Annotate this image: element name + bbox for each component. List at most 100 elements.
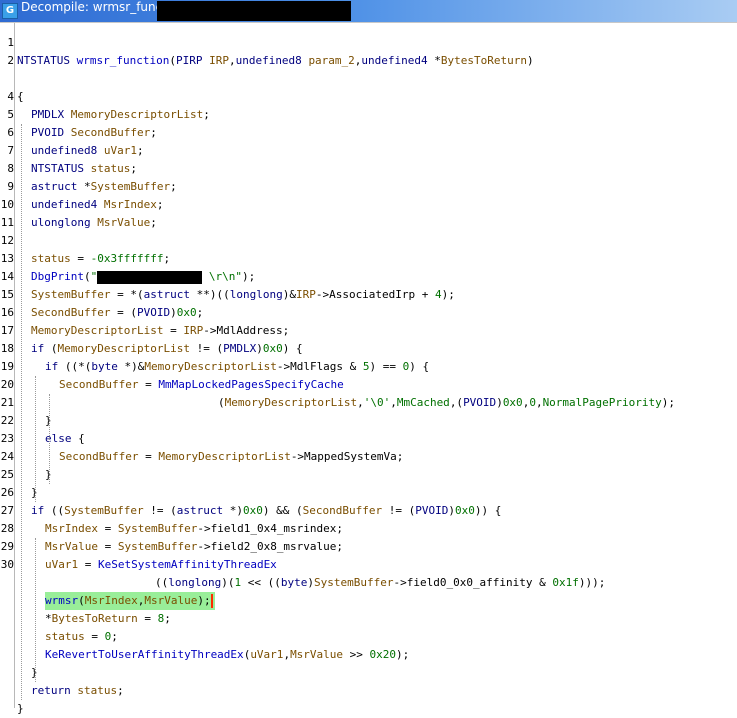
code-token[interactable]: NTSTATUS (31, 162, 84, 175)
code-line[interactable]: 10 undefined4 MsrIndex; (0, 196, 737, 214)
code-line[interactable]: 22} (0, 412, 737, 430)
code-line[interactable]: 25} (0, 466, 737, 484)
code-line[interactable]: 16 SecondBuffer = (PVOID)0x0; (0, 304, 737, 322)
code-line[interactable]: 9 astruct *SystemBuffer; (0, 178, 737, 196)
code-token[interactable]: BytesToReturn (441, 54, 527, 67)
code-token[interactable]: PVOID (415, 504, 448, 517)
code-line[interactable]: 1 (0, 34, 737, 52)
decompiler-code-view[interactable]: 1 2 NTSTATUS wrmsr_function(PIRP IRP,undef… (0, 22, 737, 715)
code-line[interactable]: 27 if ((SystemBuffer != (astruct *)0x0) &… (0, 502, 737, 520)
code-token[interactable]: MsrIndex (104, 198, 157, 211)
code-token[interactable]: SystemBuffer (64, 504, 143, 517)
code-line[interactable]: 18 if (MemoryDescriptorList != (PMDLX)0x0… (0, 340, 737, 358)
code-token[interactable]: param_2 (308, 54, 354, 67)
code-token[interactable]: MemoryDescriptorList (144, 360, 276, 373)
code-token[interactable]: PVOID (137, 306, 170, 319)
code-line[interactable]: 20 SecondBuffer = MmMapLockedPagesSpecify… (0, 376, 737, 394)
code-token[interactable]: SystemBuffer (118, 540, 197, 553)
code-token[interactable]: IRP (183, 324, 203, 337)
code-token[interactable]: longlong (230, 288, 283, 301)
code-token[interactable]: uVar1 (45, 558, 78, 571)
code-token[interactable]: wrmsr_function (77, 54, 170, 67)
code-line[interactable]: 4{ (0, 88, 737, 106)
code-token[interactable]: KeSetSystemAffinityThreadEx (98, 558, 277, 571)
code-token[interactable]: DbgPrint (31, 270, 84, 283)
code-token[interactable]: BytesToReturn (52, 612, 138, 625)
code-token[interactable]: SecondBuffer (303, 504, 382, 517)
code-line[interactable]: 24 SecondBuffer = MemoryDescriptorList->M… (0, 448, 737, 466)
code-token[interactable]: MemoryDescriptorList (58, 342, 190, 355)
code-line[interactable]: 2 NTSTATUS wrmsr_function(PIRP IRP,undefi… (0, 52, 737, 70)
code-token[interactable]: IRP (296, 288, 316, 301)
code-token[interactable]: MsrValue (290, 648, 343, 661)
code-line[interactable]: } (0, 700, 737, 718)
code-token[interactable]: SystemBuffer (31, 288, 110, 301)
code-line[interactable]: ((longlong)(1 << ((byte)SystemBuffer->fi… (0, 574, 737, 592)
code-token[interactable]: MsrValue (45, 540, 98, 553)
code-token[interactable]: byte (281, 576, 308, 589)
code-line[interactable]: 8 NTSTATUS status; (0, 160, 737, 178)
code-token[interactable]: PVOID (463, 396, 496, 409)
code-token[interactable]: MemoryDescriptorList (71, 108, 203, 121)
code-line[interactable] (0, 70, 737, 88)
code-line[interactable]: *BytesToReturn = 8; (0, 610, 737, 628)
code-token[interactable]: PVOID (31, 126, 64, 139)
code-token[interactable]: PIRP (176, 54, 203, 67)
code-token[interactable]: MmMapLockedPagesSpecifyCache (158, 378, 343, 391)
code-token[interactable]: MsrIndex (45, 522, 98, 535)
code-token[interactable]: MemoryDescriptorList (158, 450, 290, 463)
code-line[interactable]: KeRevertToUserAffinityThreadEx(uVar1,Msr… (0, 646, 737, 664)
code-line[interactable]: 30 uVar1 = KeSetSystemAffinityThreadEx (0, 556, 737, 574)
code-token[interactable]: SecondBuffer (59, 450, 138, 463)
code-token[interactable]: status (77, 684, 117, 697)
code-token[interactable]: SystemBuffer (118, 522, 197, 535)
code-line[interactable]: 15 SystemBuffer = *(astruct **)((longlong… (0, 286, 737, 304)
code-token[interactable]: status (91, 162, 131, 175)
code-token[interactable]: astruct (31, 180, 77, 193)
code-line-highlighted[interactable]: wrmsr(MsrIndex,MsrValue); (0, 592, 737, 610)
code-token[interactable]: longlong (168, 576, 221, 589)
code-token[interactable]: astruct (144, 288, 190, 301)
code-token[interactable]: undefined4 (361, 54, 427, 67)
code-token[interactable]: undefined8 (236, 54, 302, 67)
window-titlebar[interactable]: G Decompile: wrmsr_function - (0, 0, 737, 22)
code-token[interactable]: SystemBuffer (314, 576, 393, 589)
code-line[interactable]: 13 status = -0x3fffffff; (0, 250, 737, 268)
code-token[interactable]: wrmsr (45, 594, 78, 607)
code-line[interactable]: 6 PVOID SecondBuffer; (0, 124, 737, 142)
code-token[interactable]: byte (91, 360, 118, 373)
code-token[interactable]: astruct (177, 504, 223, 517)
code-token[interactable]: KeRevertToUserAffinityThreadEx (45, 648, 244, 661)
code-token[interactable]: uVar1 (104, 144, 137, 157)
code-token[interactable]: undefined8 (31, 144, 97, 157)
code-line[interactable]: 12 (0, 232, 737, 250)
code-token[interactable]: SecondBuffer (59, 378, 138, 391)
code-line[interactable]: 19 if ((*(byte *)&MemoryDescriptorList->M… (0, 358, 737, 376)
code-line[interactable]: 29 MsrValue = SystemBuffer->field2_0x8_ms… (0, 538, 737, 556)
code-line[interactable]: 7 undefined8 uVar1; (0, 142, 737, 160)
code-line[interactable]: 17 MemoryDescriptorList = IRP->MdlAddress… (0, 322, 737, 340)
code-token[interactable]: SecondBuffer (31, 306, 110, 319)
code-token[interactable]: status (31, 252, 71, 265)
code-token[interactable]: PMDLX (31, 108, 64, 121)
code-line[interactable]: 28 MsrIndex = SystemBuffer->field1_0x4_ms… (0, 520, 737, 538)
code-token[interactable]: MsrValue (97, 216, 150, 229)
code-token[interactable]: undefined4 (31, 198, 97, 211)
code-line[interactable]: 5 PMDLX MemoryDescriptorList; (0, 106, 737, 124)
code-token[interactable]: MsrIndex (85, 594, 138, 607)
code-token[interactable]: MemoryDescriptorList (225, 396, 357, 409)
code-token[interactable]: status (45, 630, 85, 643)
code-line[interactable]: } (0, 664, 737, 682)
code-line[interactable]: 11 ulonglong MsrValue; (0, 214, 737, 232)
code-token[interactable]: MsrValue (144, 594, 197, 607)
code-line[interactable]: status = 0; (0, 628, 737, 646)
code-line[interactable]: 23 else { (0, 430, 737, 448)
code-line[interactable]: return status; (0, 682, 737, 700)
code-token[interactable]: ulonglong (31, 216, 91, 229)
code-token[interactable]: IRP (209, 54, 229, 67)
code-token[interactable]: MemoryDescriptorList (31, 324, 163, 337)
code-token[interactable]: uVar1 (250, 648, 283, 661)
code-line[interactable]: 26} (0, 484, 737, 502)
code-line[interactable]: 14 DbgPrint(" \r\n"); (0, 268, 737, 286)
code-token[interactable]: SecondBuffer (71, 126, 150, 139)
